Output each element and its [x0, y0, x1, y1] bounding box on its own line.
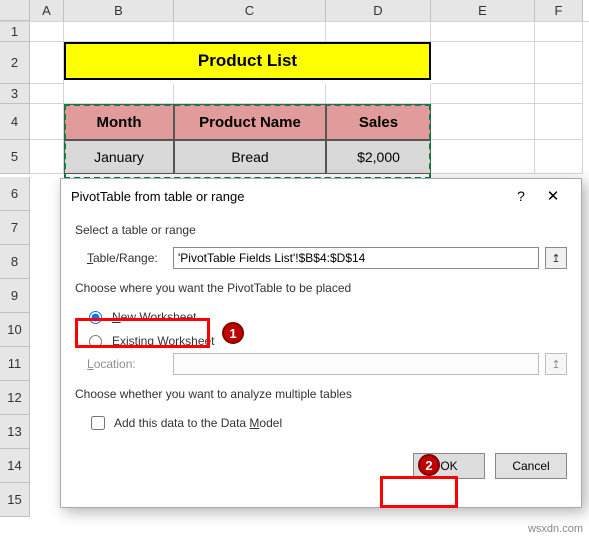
th-sales[interactable]: Sales — [326, 104, 431, 140]
watermark: wsxdn.com — [528, 523, 583, 535]
row-14[interactable]: 14 — [0, 449, 30, 483]
row-12[interactable]: 12 — [0, 381, 30, 415]
select-all-corner[interactable] — [0, 0, 30, 21]
col-c[interactable]: C — [174, 0, 326, 21]
col-a[interactable]: A — [30, 0, 64, 21]
cell[interactable] — [326, 84, 431, 104]
row-2[interactable]: 2 — [0, 42, 30, 84]
collapse-range-icon-2: ↥ — [545, 353, 567, 375]
new-worksheet-radio[interactable] — [89, 311, 102, 324]
td-product[interactable]: Bread — [174, 140, 326, 174]
col-b[interactable]: B — [64, 0, 174, 21]
data-model-checkbox[interactable] — [91, 416, 105, 430]
title-cell[interactable]: Product List — [64, 42, 431, 80]
cell[interactable] — [535, 140, 583, 174]
data-model-label: Add this data to the Data Model — [114, 416, 282, 430]
row-9[interactable]: 9 — [0, 279, 30, 313]
spreadsheet: A B C D E F 1 2 Product List 3 4 Month P… — [0, 0, 589, 174]
pivottable-dialog: PivotTable from table or range ? ✕ Selec… — [60, 178, 582, 508]
section-place-label: Choose where you want the PivotTable to … — [75, 281, 567, 295]
row-4[interactable]: 4 — [0, 104, 30, 140]
col-f[interactable]: F — [535, 0, 583, 21]
row-15[interactable]: 15 — [0, 483, 30, 517]
row-10[interactable]: 10 — [0, 313, 30, 347]
cell[interactable] — [174, 22, 326, 42]
cell[interactable] — [30, 22, 64, 42]
cell[interactable] — [326, 22, 431, 42]
dialog-title-text: PivotTable from table or range — [71, 189, 244, 204]
annotation-badge-1: 1 — [222, 322, 244, 344]
section-multi-label: Choose whether you want to analyze multi… — [75, 387, 567, 401]
th-month[interactable]: Month — [64, 104, 174, 140]
cell[interactable] — [431, 84, 535, 104]
annotation-badge-2: 2 — [418, 454, 440, 476]
table-range-input[interactable] — [173, 247, 539, 269]
cell[interactable] — [431, 140, 535, 174]
cell[interactable] — [30, 84, 64, 104]
row-headers-continued: 6 7 8 9 10 11 12 13 14 15 — [0, 177, 30, 517]
cell[interactable] — [535, 104, 583, 140]
row-13[interactable]: 13 — [0, 415, 30, 449]
location-input — [173, 353, 539, 375]
row-8[interactable]: 8 — [0, 245, 30, 279]
cell[interactable] — [431, 104, 535, 140]
column-headers: A B C D E F — [0, 0, 589, 22]
table-range-label: Table/Range: — [87, 251, 167, 265]
cell[interactable] — [64, 22, 174, 42]
cell[interactable] — [30, 140, 64, 174]
row-3[interactable]: 3 — [0, 84, 30, 104]
cell[interactable] — [174, 84, 326, 104]
existing-worksheet-label: Existing Worksheet — [112, 334, 215, 348]
td-month[interactable]: January — [64, 140, 174, 174]
help-button[interactable]: ? — [507, 188, 535, 204]
row-6[interactable]: 6 — [0, 177, 30, 211]
row-5[interactable]: 5 — [0, 140, 30, 174]
row-11[interactable]: 11 — [0, 347, 30, 381]
cell[interactable] — [30, 42, 64, 84]
cell[interactable] — [431, 42, 535, 84]
td-sales[interactable]: $2,000 — [326, 140, 431, 174]
existing-worksheet-radio[interactable] — [89, 335, 102, 348]
location-label: Location: — [87, 357, 167, 371]
cell[interactable] — [431, 22, 535, 42]
cancel-button[interactable]: Cancel — [495, 453, 567, 479]
cell[interactable] — [535, 22, 583, 42]
col-e[interactable]: E — [431, 0, 535, 21]
cell[interactable] — [30, 104, 64, 140]
new-worksheet-label: New Worksheet — [112, 310, 196, 324]
dialog-body: Select a table or range Table/Range: ↥ C… — [61, 213, 581, 447]
th-product[interactable]: Product Name — [174, 104, 326, 140]
row-1[interactable]: 1 — [0, 22, 30, 42]
collapse-range-icon[interactable]: ↥ — [545, 247, 567, 269]
cell[interactable] — [535, 42, 583, 84]
col-d[interactable]: D — [326, 0, 431, 21]
section-select-label: Select a table or range — [75, 223, 567, 237]
cell[interactable] — [64, 84, 174, 104]
dialog-titlebar[interactable]: PivotTable from table or range ? ✕ — [61, 179, 581, 213]
row-7[interactable]: 7 — [0, 211, 30, 245]
close-button[interactable]: ✕ — [535, 187, 571, 205]
cell[interactable] — [535, 84, 583, 104]
